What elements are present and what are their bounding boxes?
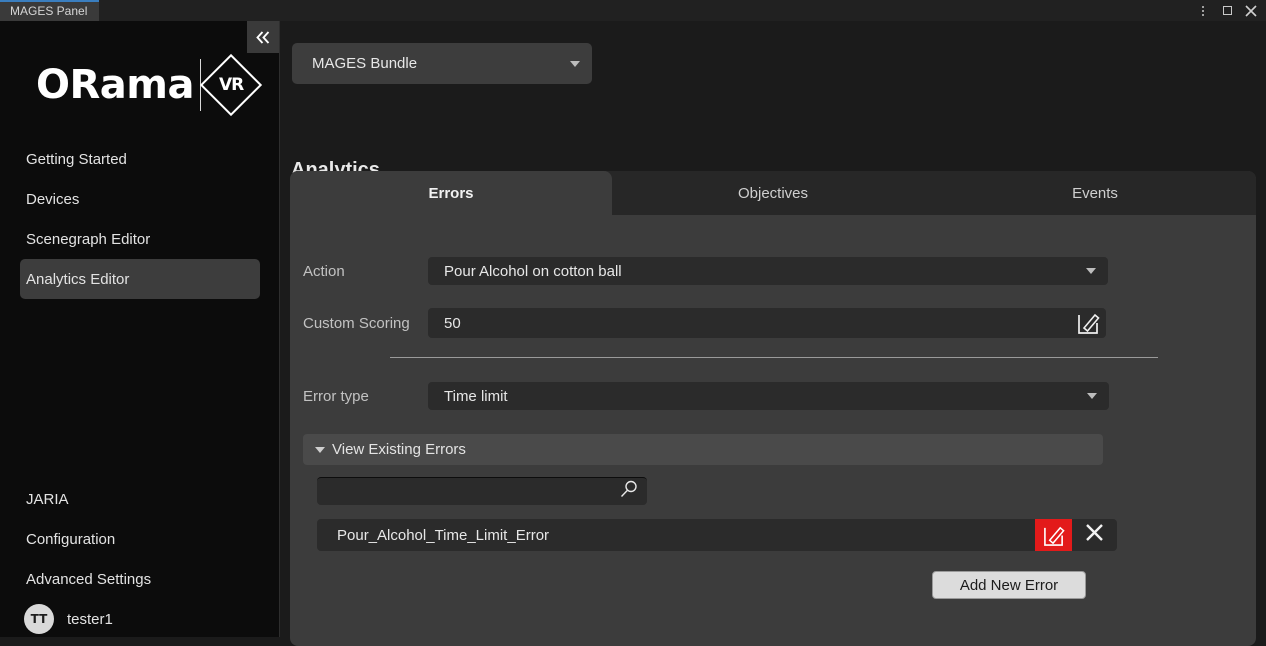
chevron-down-icon xyxy=(1087,393,1097,399)
chevron-down-icon xyxy=(1086,268,1096,274)
sidebar-item-analytics-editor[interactable]: Analytics Editor xyxy=(20,259,260,299)
add-new-error-button[interactable]: Add New Error xyxy=(932,571,1086,599)
action-dropdown-value: Pour Alcohol on cotton ball xyxy=(444,263,622,280)
window-titlebar: MAGES Panel xyxy=(0,0,1266,21)
error-name-value[interactable]: Pour_Alcohol_Time_Limit_Error xyxy=(317,519,1117,551)
close-icon[interactable] xyxy=(1244,4,1258,18)
logo-vr-text: VR xyxy=(219,75,243,95)
error-search-box[interactable] xyxy=(317,477,647,505)
delete-error-icon[interactable] xyxy=(1085,523,1104,546)
logo-wordmark: ORama xyxy=(36,62,194,108)
avatar: TT xyxy=(24,604,54,634)
sidebar-item-label: Scenegraph Editor xyxy=(26,231,150,248)
edit-error-button-highlight[interactable] xyxy=(1035,519,1072,551)
user-profile[interactable]: TT tester1 xyxy=(24,604,113,634)
tab-label: Events xyxy=(1072,185,1118,202)
view-existing-errors-accordion[interactable]: View Existing Errors xyxy=(303,434,1103,465)
sidebar-item-devices[interactable]: Devices xyxy=(20,179,260,219)
window-tab-mages-panel[interactable]: MAGES Panel xyxy=(0,0,99,21)
tab-objectives[interactable]: Objectives xyxy=(612,171,934,215)
section-divider xyxy=(390,357,1158,358)
sidebar-item-configuration[interactable]: Configuration xyxy=(20,519,260,559)
sidebar-item-getting-started[interactable]: Getting Started xyxy=(20,139,260,179)
sidebar-item-label: Analytics Editor xyxy=(26,271,129,288)
main-content: MAGES Bundle Analytics Errors Objectives… xyxy=(281,21,1266,637)
add-new-error-label: Add New Error xyxy=(960,577,1058,594)
analytics-tabs: Errors Objectives Events xyxy=(290,171,1256,215)
search-icon[interactable] xyxy=(619,479,639,504)
tab-label: Errors xyxy=(428,185,473,202)
kebab-menu-icon[interactable] xyxy=(1196,4,1210,18)
error-type-dropdown-value: Time limit xyxy=(444,388,508,405)
chevron-down-icon xyxy=(570,61,580,67)
edit-icon[interactable] xyxy=(1077,311,1100,335)
sidebar: ORama VR Getting Started Devices Scenegr… xyxy=(0,21,280,637)
chevron-down-icon xyxy=(315,447,325,453)
sidebar-item-label: JARIA xyxy=(26,491,69,508)
sidebar-nav-top: Getting Started Devices Scenegraph Edito… xyxy=(0,139,280,299)
window-controls xyxy=(1196,0,1266,21)
sidebar-nav-bottom: JARIA Configuration Advanced Settings xyxy=(0,479,280,599)
search-input[interactable] xyxy=(317,478,613,505)
orama-vr-logo: ORama VR xyxy=(36,56,253,114)
analytics-panel: Errors Objectives Events Action Pour Alc… xyxy=(290,171,1256,646)
custom-scoring-label: Custom Scoring xyxy=(303,315,428,332)
error-list-row: Pour_Alcohol_Time_Limit_Error xyxy=(317,519,1117,551)
bundle-select-value: MAGES Bundle xyxy=(312,55,417,72)
bundle-select-dropdown[interactable]: MAGES Bundle xyxy=(292,43,592,84)
sidebar-item-jaria[interactable]: JARIA xyxy=(20,479,260,519)
sidebar-collapse-icon[interactable] xyxy=(247,21,279,53)
window-tab-label: MAGES Panel xyxy=(10,4,87,18)
sidebar-item-label: Configuration xyxy=(26,531,115,548)
maximize-icon[interactable] xyxy=(1220,4,1234,18)
tab-label: Objectives xyxy=(738,185,808,202)
action-label: Action xyxy=(303,263,428,280)
sidebar-item-scenegraph-editor[interactable]: Scenegraph Editor xyxy=(20,219,260,259)
tab-errors[interactable]: Errors xyxy=(290,171,612,215)
sidebar-item-label: Devices xyxy=(26,191,79,208)
user-name-label: tester1 xyxy=(67,611,113,628)
action-field-row: Action Pour Alcohol on cotton ball xyxy=(303,257,1118,285)
edit-icon[interactable] xyxy=(1043,524,1065,547)
error-type-dropdown[interactable]: Time limit xyxy=(428,382,1109,410)
custom-scoring-input[interactable]: 50 xyxy=(428,308,1106,338)
action-dropdown[interactable]: Pour Alcohol on cotton ball xyxy=(428,257,1108,285)
sidebar-item-label: Getting Started xyxy=(26,151,127,168)
error-type-label: Error type xyxy=(303,388,428,405)
custom-scoring-field-row: Custom Scoring 50 xyxy=(303,308,1118,338)
accordion-label: View Existing Errors xyxy=(332,441,466,458)
sidebar-item-advanced-settings[interactable]: Advanced Settings xyxy=(20,559,260,599)
error-type-field-row: Error type Time limit xyxy=(303,382,1118,410)
tab-events[interactable]: Events xyxy=(934,171,1256,215)
logo-diamond-icon: VR xyxy=(200,54,262,116)
sidebar-item-label: Advanced Settings xyxy=(26,571,151,588)
custom-scoring-value: 50 xyxy=(444,315,461,332)
